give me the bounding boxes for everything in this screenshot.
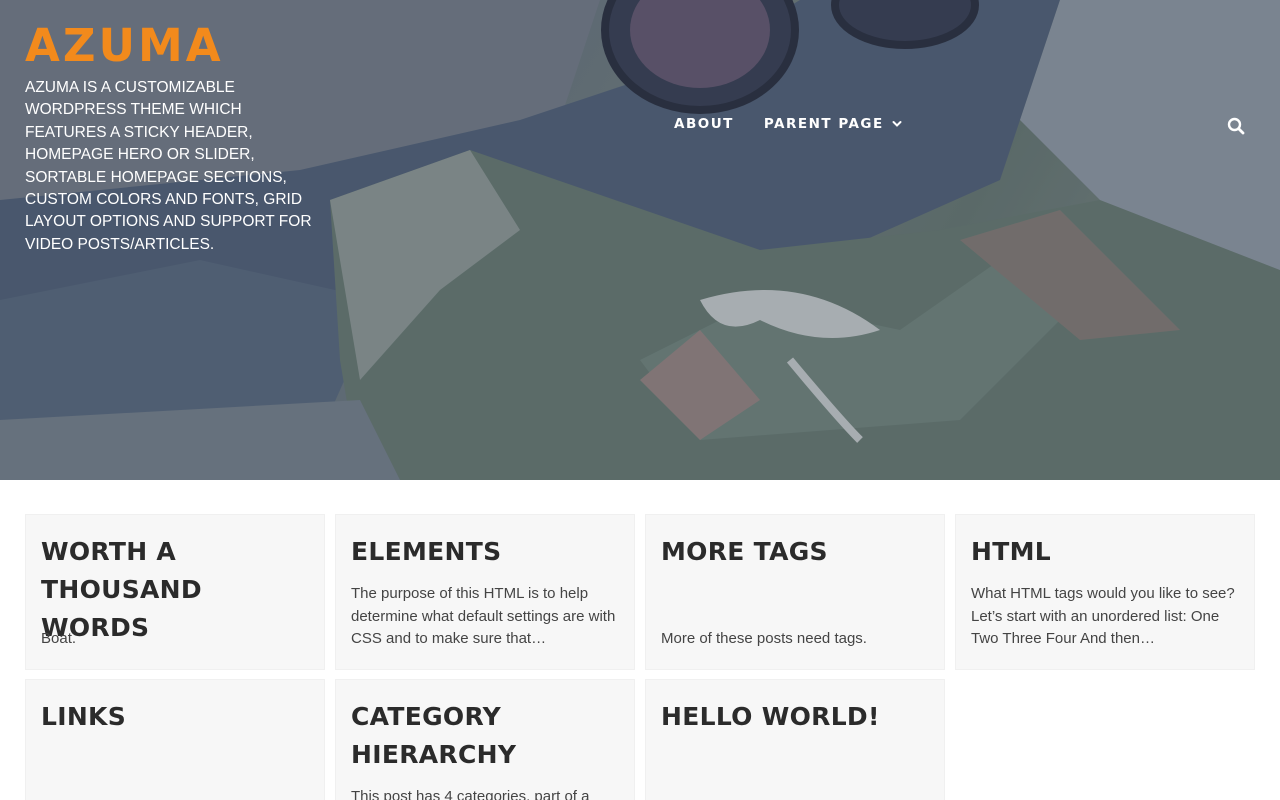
post-title[interactable]: MORE TAGS [661, 533, 929, 571]
nav-item-parent-page[interactable]: PARENT PAGE [764, 116, 902, 132]
post-title[interactable]: HTML [971, 533, 1239, 571]
nav-item-about[interactable]: ABOUT [674, 116, 734, 132]
post-card: CATEGORY HIERARCHY This post has 4 categ… [335, 679, 635, 800]
post-card: MORE TAGS More of these posts need tags. [645, 514, 945, 670]
post-excerpt: What HTML tags would you like to see? Le… [971, 585, 1235, 647]
main-navigation: ABOUT PARENT PAGE [674, 116, 932, 132]
post-card: LINKS [25, 679, 325, 800]
post-card: HTML What HTML tags would you like to se… [955, 514, 1255, 670]
site-description: AZUMA IS A CUSTOMIZABLE WORDPRESS THEME … [25, 79, 312, 253]
post-excerpt: Boat. [41, 630, 77, 647]
post-excerpt: This post has 4 categories, part of a [351, 788, 590, 800]
post-title[interactable]: LINKS [41, 698, 309, 736]
post-card: WORTH A THOUSAND WORDS Boat. [25, 514, 325, 670]
chevron-down-icon [892, 121, 902, 127]
nav-item-label: PARENT PAGE [763, 116, 884, 132]
post-title[interactable]: HELLO WORLD! [661, 698, 929, 736]
post-title[interactable]: CATEGORY HIERARCHY [351, 698, 619, 774]
post-excerpt: More of these posts need tags. [661, 630, 867, 647]
nav-item-label: ABOUT [674, 116, 734, 132]
post-card: ELEMENTS The purpose of this HTML is to … [335, 514, 635, 670]
site-title[interactable]: AZUMA [25, 20, 224, 72]
post-card: HELLO WORLD! [645, 679, 945, 800]
post-title[interactable]: WORTH A THOUSAND WORDS [41, 533, 309, 647]
post-excerpt: The purpose of this HTML is to help dete… [351, 585, 616, 647]
hero-section: AZUMA AZUMA IS A CUSTOMIZABLE WORDPRESS … [0, 0, 1280, 480]
post-title[interactable]: ELEMENTS [351, 533, 619, 571]
search-icon[interactable] [1226, 116, 1246, 136]
